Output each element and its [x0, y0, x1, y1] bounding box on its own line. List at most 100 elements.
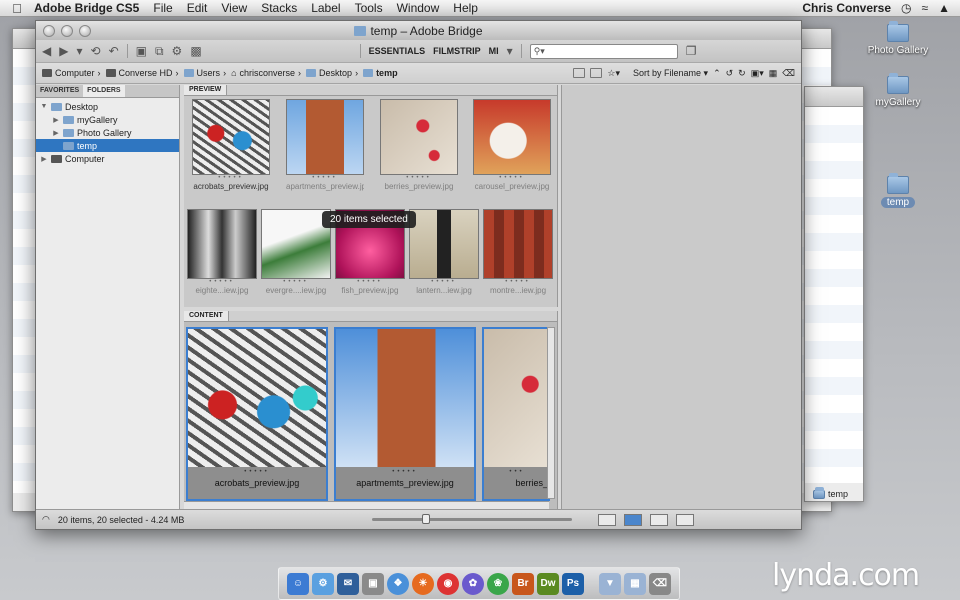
window-titlebar[interactable]: temp – Adobe Bridge: [36, 21, 801, 40]
content-thumb[interactable]: ••• berries_: [482, 327, 550, 501]
photoshop-dock-icon[interactable]: Ps: [562, 572, 584, 595]
view-as-thumbnails-button[interactable]: [624, 513, 643, 526]
crumb-chrisconverse[interactable]: ⌂ chrisconverse ›: [231, 68, 301, 78]
content-vertical-scrollbar[interactable]: [547, 327, 555, 499]
menu-stacks[interactable]: Stacks: [261, 1, 297, 15]
expand-arrow-icon[interactable]: ▶: [52, 116, 60, 124]
rating-stars[interactable]: •••••: [473, 175, 551, 181]
firefox-icon[interactable]: ☀: [412, 572, 434, 595]
preview-thumb[interactable]: ••••• eighte...iew.jpg: [187, 209, 257, 295]
minimize-button[interactable]: [61, 25, 73, 37]
rating-stars[interactable]: •••••: [483, 279, 553, 285]
preview-thumb[interactable]: ••••• carousel_preview.jpg: [473, 99, 551, 191]
tab-preview[interactable]: PREVIEW: [184, 85, 228, 95]
sort-ascending-icon[interactable]: ⌃: [713, 68, 721, 79]
content-thumb[interactable]: ••••• acrobats_preview.jpg: [186, 327, 328, 501]
tab-favorites[interactable]: FAVORITES: [36, 85, 83, 97]
menu-label[interactable]: Label: [311, 1, 340, 15]
search-input[interactable]: ⚲▾: [529, 43, 678, 59]
rating-stars[interactable]: •••••: [409, 279, 479, 285]
dreamweaver-dock-icon[interactable]: Dw: [537, 572, 559, 595]
camera-icon[interactable]: ▣: [136, 44, 147, 58]
menu-edit[interactable]: Edit: [187, 1, 208, 15]
apple-icon[interactable]: : [0, 1, 34, 16]
expand-arrow-icon[interactable]: ▼: [40, 103, 48, 110]
menu-view[interactable]: View: [221, 1, 247, 15]
tab-folders[interactable]: FOLDERS: [83, 85, 125, 97]
preview-thumb[interactable]: ••••• montre...iew.jpg: [483, 209, 553, 295]
documents-stack-icon[interactable]: ▦: [624, 572, 646, 595]
rating-stars[interactable]: •••••: [188, 469, 326, 475]
crumb-converse-hd[interactable]: Converse HD ›: [105, 68, 179, 78]
tree-item-mygallery[interactable]: ▶ myGallery: [36, 113, 179, 126]
rating-stars[interactable]: •••••: [380, 175, 458, 181]
tree-item-desktop[interactable]: ▼ Desktop: [36, 100, 179, 113]
wifi-icon[interactable]: ≈: [922, 1, 929, 15]
zoom-button[interactable]: [79, 25, 91, 37]
refine-icon[interactable]: ⚙: [172, 44, 183, 58]
trash-icon[interactable]: ⌫: [782, 68, 795, 79]
rating-stars[interactable]: •••••: [192, 175, 270, 181]
tree-item-computer[interactable]: ▶ Computer: [36, 152, 179, 165]
workspace-more[interactable]: MI: [489, 46, 499, 56]
crumb-computer[interactable]: Computer ›: [42, 68, 101, 78]
preview-thumb[interactable]: ••••• evergre....iew.jpg: [261, 209, 331, 295]
leaf-app-icon[interactable]: ❀: [487, 572, 509, 595]
back-icon[interactable]: ◀: [42, 44, 51, 58]
background-window-2-titlebar[interactable]: [805, 87, 863, 107]
desktop-icon-temp[interactable]: temp: [858, 173, 938, 208]
app-menu[interactable]: Adobe Bridge CS5: [34, 1, 139, 15]
forward-icon[interactable]: ▶: [59, 44, 68, 58]
bridge-dock-icon[interactable]: Br: [512, 572, 534, 595]
user-name[interactable]: Chris Converse: [802, 1, 891, 15]
reveal-recent-icon[interactable]: ⟲: [91, 44, 101, 58]
workspace-filmstrip[interactable]: FILMSTRIP: [433, 46, 481, 56]
photo-icon[interactable]: ▣: [362, 572, 384, 595]
view-as-details-button[interactable]: [650, 513, 669, 526]
rating-stars[interactable]: •••••: [187, 279, 257, 285]
rating-stars[interactable]: •••: [484, 469, 550, 475]
tab-content[interactable]: CONTENT: [184, 311, 229, 321]
tree-item-temp[interactable]: temp: [36, 139, 179, 152]
close-button[interactable]: [43, 25, 55, 37]
slider-knob[interactable]: [422, 514, 431, 524]
safari-icon[interactable]: ❖: [387, 572, 409, 595]
star-filter-icon[interactable]: ☆▾: [607, 68, 620, 79]
system-preferences-icon[interactable]: ⚙: [312, 572, 334, 595]
mail-icon[interactable]: ✉: [337, 572, 359, 595]
thumbnail-quality-icon[interactable]: [573, 68, 586, 78]
crumb-desktop[interactable]: Desktop ›: [306, 68, 358, 78]
new-folder-icon[interactable]: ▦: [769, 68, 778, 79]
crumb-temp[interactable]: temp: [363, 68, 398, 78]
rating-stars[interactable]: •••••: [286, 175, 364, 181]
thumbnail-size-slider[interactable]: [372, 514, 573, 524]
expand-arrow-icon[interactable]: ▶: [52, 129, 60, 137]
history-dropdown-icon[interactable]: ▾: [76, 44, 82, 58]
finder-icon[interactable]: ☺: [287, 572, 309, 595]
menu-window[interactable]: Window: [397, 1, 440, 15]
desktop-icon-mygallery[interactable]: myGallery: [858, 73, 938, 108]
filter-items-icon[interactable]: [590, 68, 603, 78]
downloads-stack-icon[interactable]: ▼: [599, 572, 621, 595]
tree-item-photo-gallery[interactable]: ▶ Photo Gallery: [36, 126, 179, 139]
compact-mode-icon[interactable]: ❐: [686, 44, 697, 58]
open-recent-icon[interactable]: ▣▾: [751, 68, 764, 79]
background-finder-window-2[interactable]: temp: [804, 86, 864, 502]
sort-dropdown[interactable]: Sort by Filename ▾: [633, 68, 708, 79]
time-machine-icon[interactable]: ◷: [901, 1, 911, 15]
preview-thumb[interactable]: ••••• acrobats_preview.jpg: [192, 99, 270, 191]
rating-stars[interactable]: •••••: [261, 279, 331, 285]
open-in-camera-raw-icon[interactable]: ▩: [190, 44, 201, 58]
view-as-list-button[interactable]: [676, 513, 695, 526]
rotate-right-icon[interactable]: ↻: [738, 68, 746, 79]
rating-stars[interactable]: •••••: [335, 279, 405, 285]
content-thumb[interactable]: ••••• apartmemts_preview.jpg: [334, 327, 476, 501]
chrome-icon[interactable]: ◉: [437, 572, 459, 595]
preview-thumb[interactable]: ••••• berries_preview.jpg: [380, 99, 458, 191]
trash-dock-icon[interactable]: ⌫: [649, 572, 671, 595]
workspace-dropdown-icon[interactable]: ▾: [507, 44, 513, 58]
expand-arrow-icon[interactable]: ▶: [40, 155, 48, 163]
preview-thumb[interactable]: ••••• apartments_preview.jpg: [286, 99, 364, 191]
menu-help[interactable]: Help: [453, 1, 478, 15]
rotate-left-icon[interactable]: ↺: [726, 68, 734, 79]
